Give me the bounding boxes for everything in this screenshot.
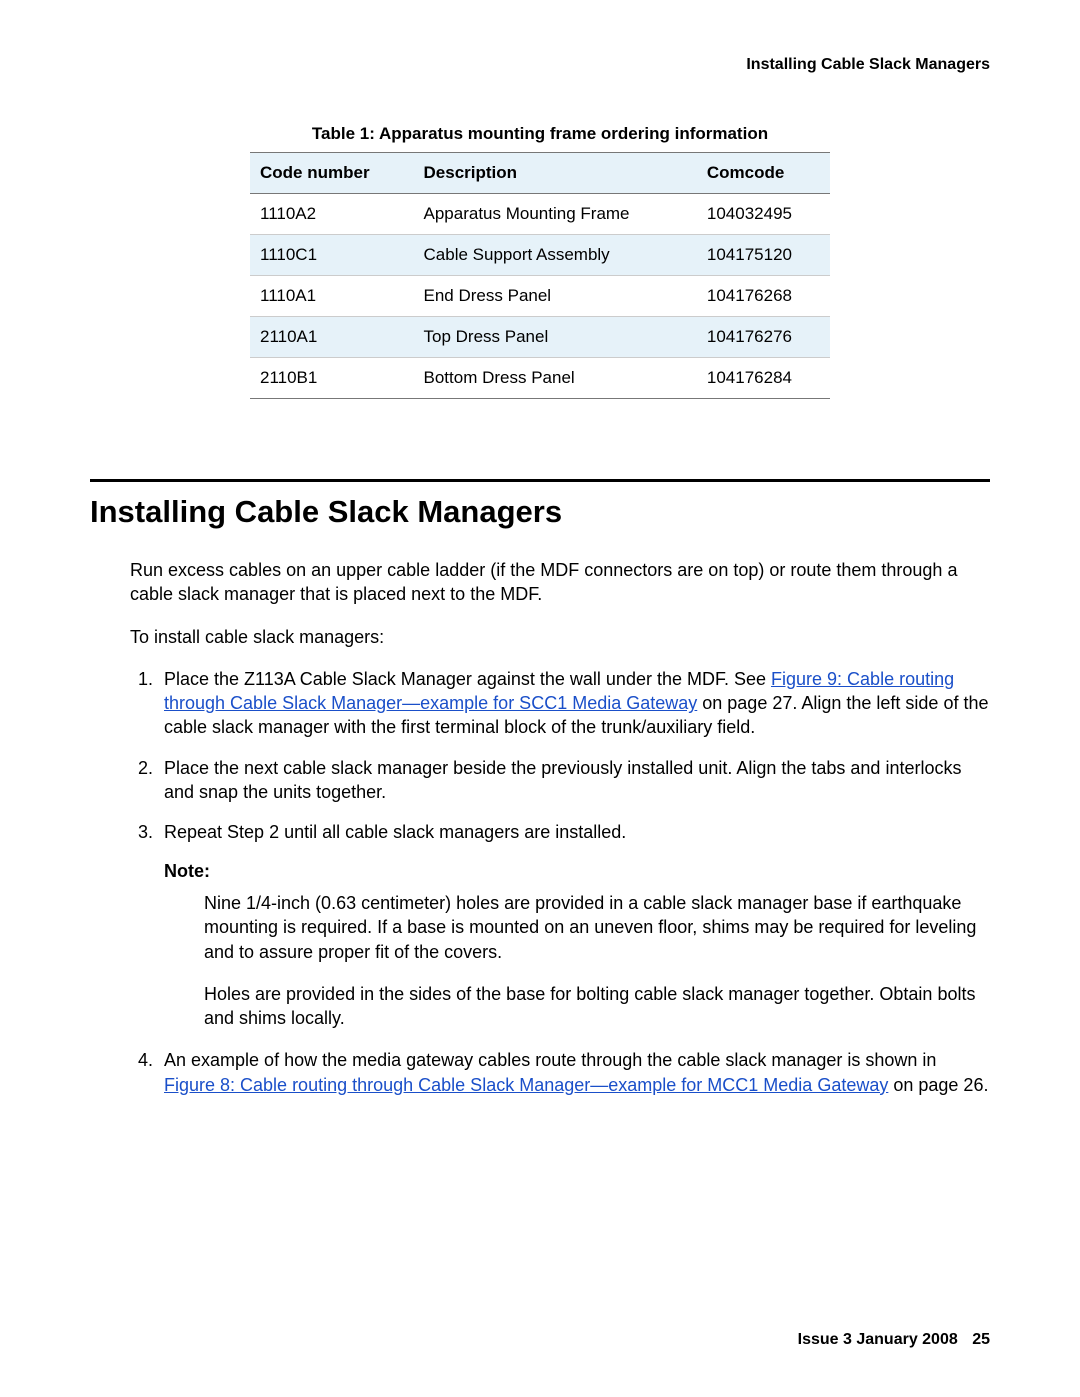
page-footer: Issue 3 January 2008 25 <box>798 1331 990 1349</box>
section-divider <box>90 479 990 482</box>
table-row: 2110A1 Top Dress Panel 104176276 <box>250 317 830 358</box>
cell-desc: Bottom Dress Panel <box>414 358 697 399</box>
col-comcode: Comcode <box>697 153 830 194</box>
table-caption: Table 1: Apparatus mounting frame orderi… <box>250 124 830 144</box>
cell-code: 1110A2 <box>250 194 414 235</box>
cell-comcode: 104176284 <box>697 358 830 399</box>
note-paragraph-2: Holes are provided in the sides of the b… <box>204 982 990 1031</box>
table-1: Table 1: Apparatus mounting frame orderi… <box>250 124 830 399</box>
steps-list: Place the Z113A Cable Slack Manager agai… <box>158 667 990 1097</box>
table-row: 1110A2 Apparatus Mounting Frame 10403249… <box>250 194 830 235</box>
footer-issue: Issue 3 January 2008 <box>798 1331 958 1348</box>
cell-comcode: 104175120 <box>697 235 830 276</box>
step-2: Place the next cable slack manager besid… <box>158 756 990 805</box>
cell-comcode: 104176276 <box>697 317 830 358</box>
table-row: 2110B1 Bottom Dress Panel 104176284 <box>250 358 830 399</box>
section-heading: Installing Cable Slack Managers <box>90 494 990 530</box>
step-3-text: Repeat Step 2 until all cable slack mana… <box>164 822 626 842</box>
ordering-info-table: Code number Description Comcode 1110A2 A… <box>250 152 830 399</box>
cell-code: 2110B1 <box>250 358 414 399</box>
table-row: 1110C1 Cable Support Assembly 104175120 <box>250 235 830 276</box>
col-code-number: Code number <box>250 153 414 194</box>
step-4: An example of how the media gateway cabl… <box>158 1048 990 1097</box>
intro-paragraph: Run excess cables on an upper cable ladd… <box>130 558 990 607</box>
cell-code: 2110A1 <box>250 317 414 358</box>
cell-desc: Apparatus Mounting Frame <box>414 194 697 235</box>
step-3: Repeat Step 2 until all cable slack mana… <box>158 820 990 1030</box>
cell-desc: End Dress Panel <box>414 276 697 317</box>
lead-in: To install cable slack managers: <box>130 625 990 649</box>
cell-desc: Top Dress Panel <box>414 317 697 358</box>
step-4-pre: An example of how the media gateway cabl… <box>164 1050 936 1070</box>
footer-page-number: 25 <box>972 1331 990 1348</box>
note-label: Note: <box>164 859 990 883</box>
cell-desc: Cable Support Assembly <box>414 235 697 276</box>
cell-code: 1110C1 <box>250 235 414 276</box>
note-paragraph-1: Nine 1/4-inch (0.63 centimeter) holes ar… <box>204 891 990 964</box>
step-1: Place the Z113A Cable Slack Manager agai… <box>158 667 990 740</box>
cell-comcode: 104176268 <box>697 276 830 317</box>
figure-8-link[interactable]: Figure 8: Cable routing through Cable Sl… <box>164 1075 888 1095</box>
cell-code: 1110A1 <box>250 276 414 317</box>
table-row: 1110A1 End Dress Panel 104176268 <box>250 276 830 317</box>
step-4-post: on page 26. <box>888 1075 988 1095</box>
col-description: Description <box>414 153 697 194</box>
cell-comcode: 104032495 <box>697 194 830 235</box>
step-1-pre: Place the Z113A Cable Slack Manager agai… <box>164 669 771 689</box>
running-header: Installing Cable Slack Managers <box>90 56 990 74</box>
